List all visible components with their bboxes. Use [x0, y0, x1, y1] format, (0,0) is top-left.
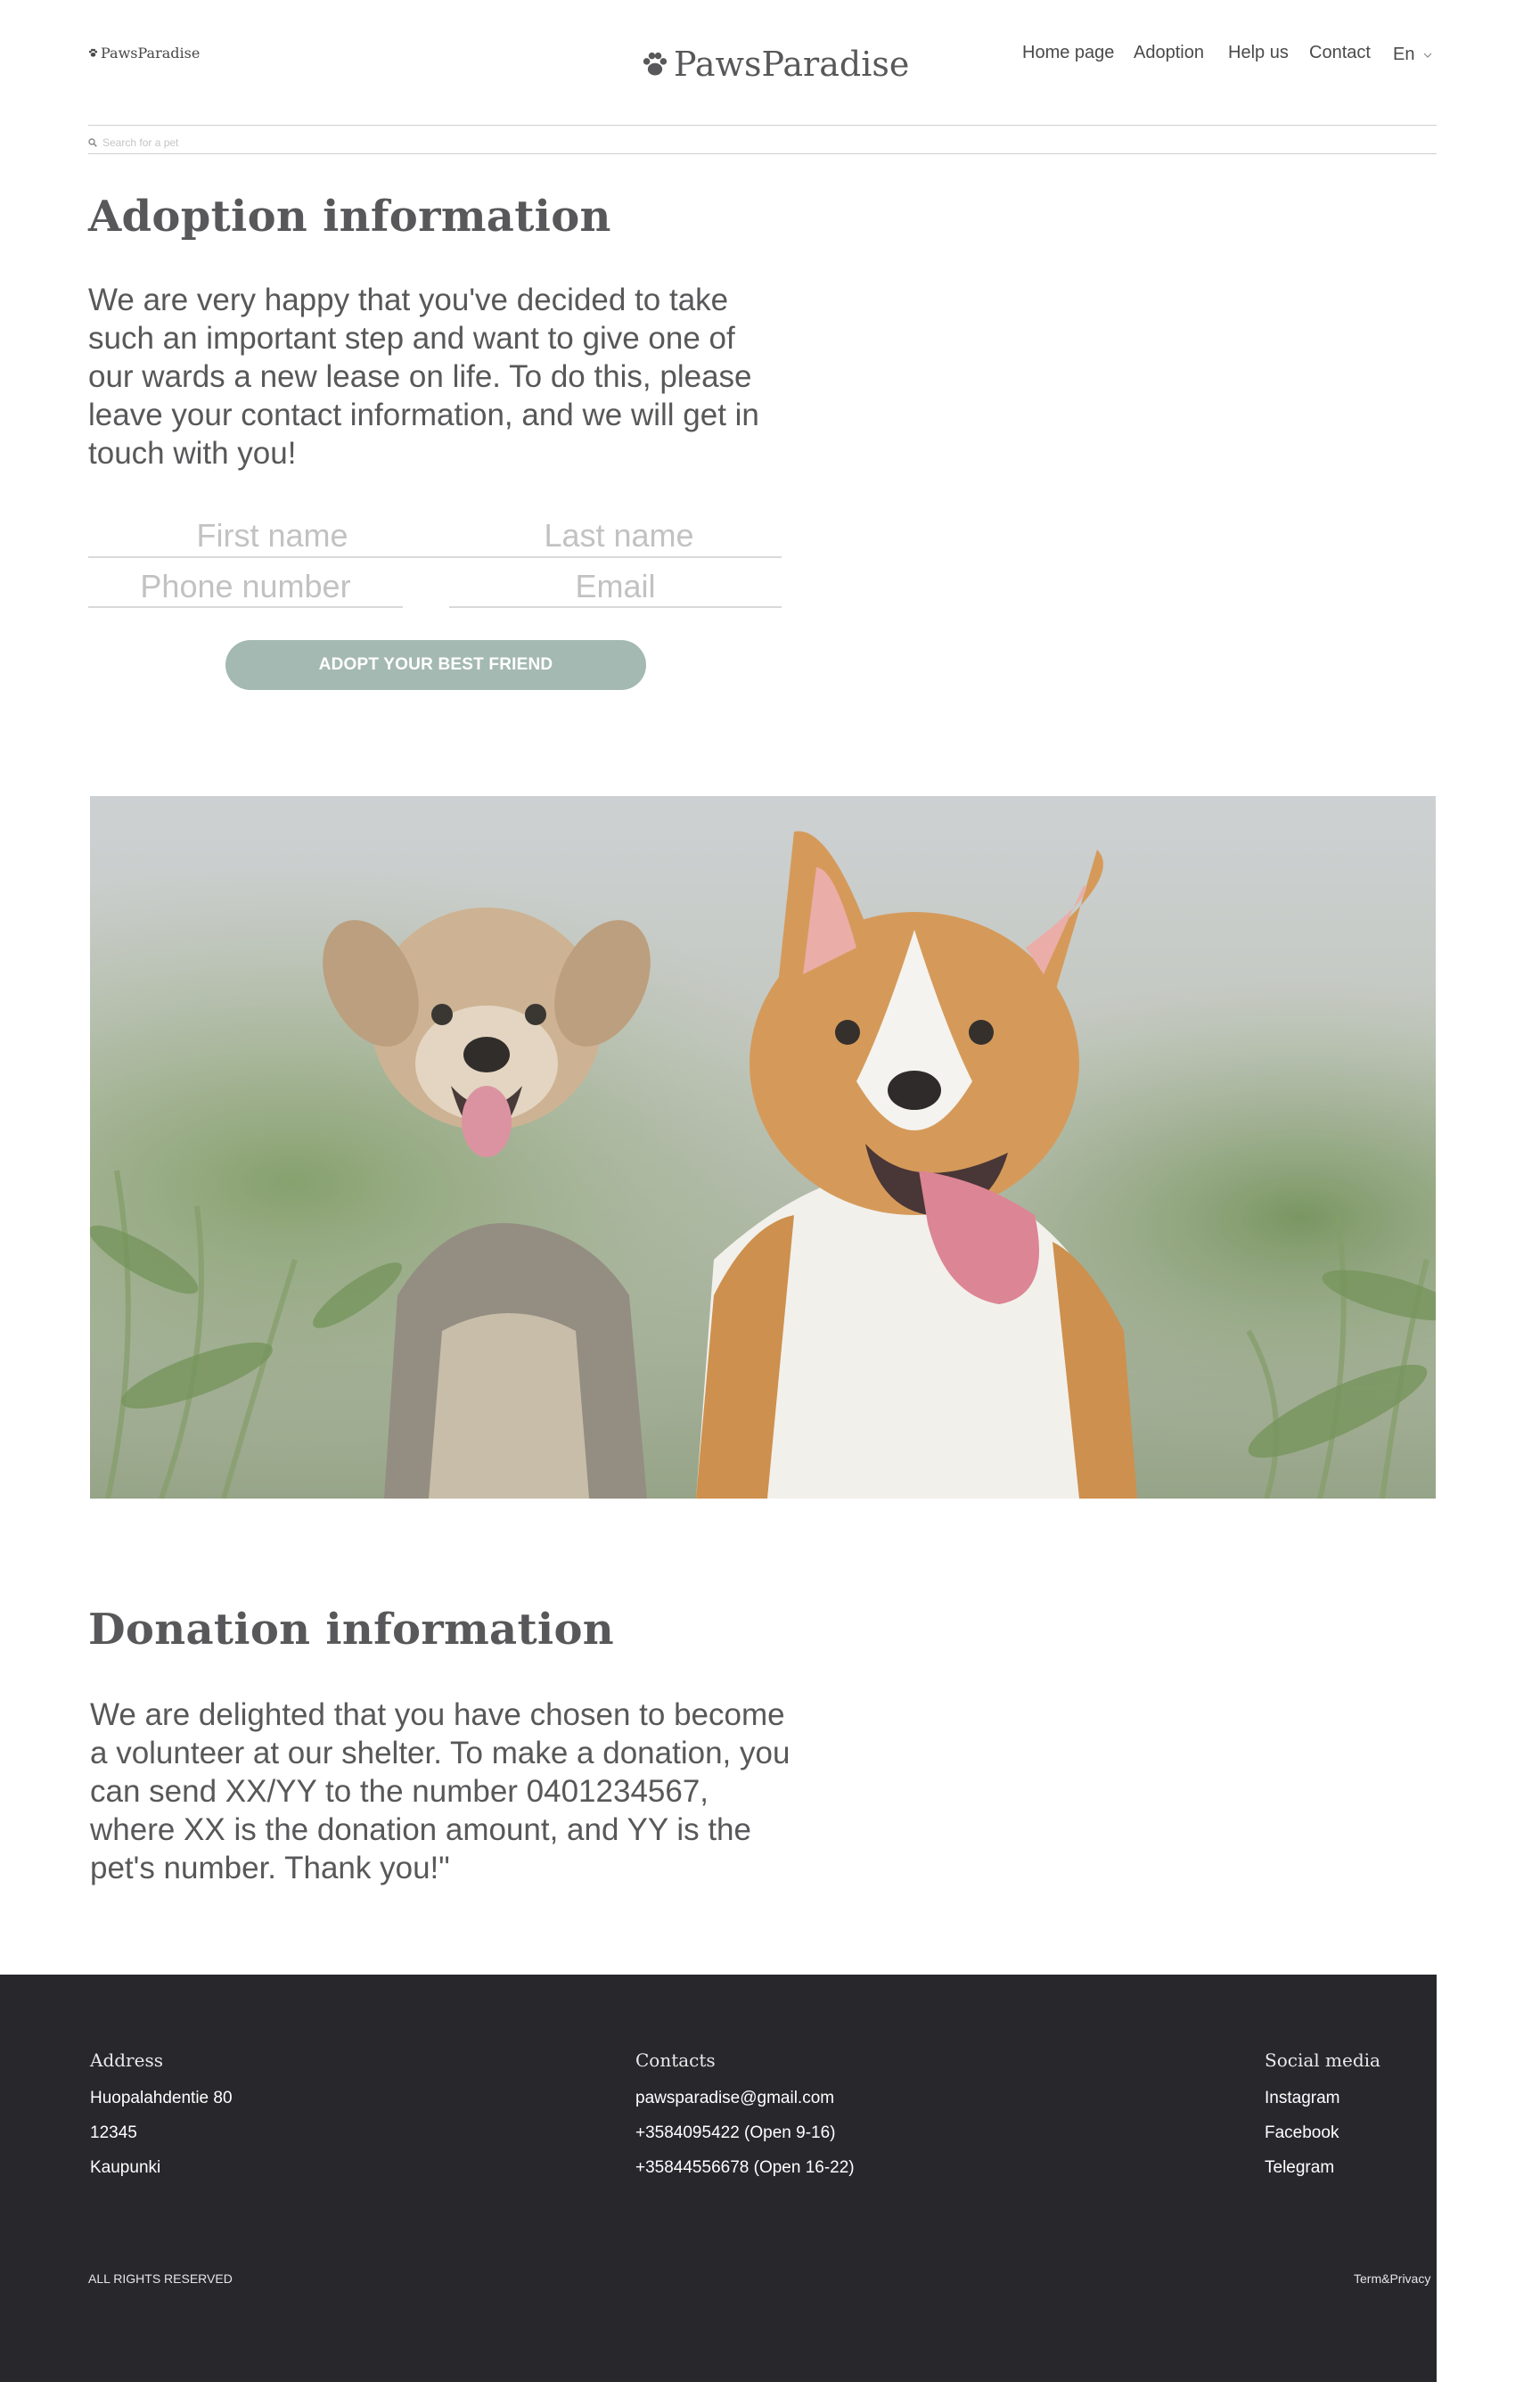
- brand-logo[interactable]: PawsParadise: [642, 45, 909, 84]
- brand-logo-small[interactable]: PawsParadise: [88, 45, 200, 62]
- brand-name-small: PawsParadise: [101, 45, 201, 62]
- footer: Address Huopalahdentie 80 12345 Kaupunki…: [0, 1975, 1437, 2382]
- adopt-button[interactable]: ADOPT YOUR BEST FRIEND: [225, 640, 646, 690]
- footer-address-heading: Address: [90, 2049, 163, 2071]
- footer-facebook-link[interactable]: Facebook: [1265, 2123, 1339, 2143]
- adoption-title: Adoption information: [88, 192, 611, 242]
- footer-telegram-link[interactable]: Telegram: [1265, 2158, 1334, 2178]
- donation-text: We are delighted that you have chosen to…: [90, 1697, 790, 1885]
- search-top-divider: [88, 125, 1437, 126]
- nav-contact[interactable]: Contact: [1309, 43, 1371, 63]
- footer-address-line: 12345: [90, 2123, 137, 2142]
- footer-contacts-heading: Contacts: [635, 2049, 716, 2071]
- search-input[interactable]: [102, 136, 637, 149]
- footer-terms-link[interactable]: Term&Privacy: [1354, 2271, 1430, 2286]
- footer-phone-link[interactable]: +3584095422 (Open 9-16): [635, 2123, 835, 2143]
- email-input[interactable]: [449, 569, 782, 608]
- language-selector[interactable]: En: [1393, 45, 1432, 65]
- footer-rights: ALL RIGHTS RESERVED: [88, 2271, 233, 2286]
- nav-help-us[interactable]: Help us: [1228, 43, 1289, 63]
- brand-name: PawsParadise: [674, 45, 910, 84]
- footer-address-line: Huopalahdentie 80: [90, 2089, 233, 2107]
- nav-home-page[interactable]: Home page: [1022, 43, 1114, 63]
- phone-number-input[interactable]: [88, 569, 403, 608]
- footer-phone-link[interactable]: +35844556678 (Open 16-22): [635, 2158, 855, 2178]
- footer-email-link[interactable]: pawsparadise@gmail.com: [635, 2089, 834, 2108]
- adoption-text: We are very happy that you've decided to…: [88, 283, 759, 471]
- paw-icon: [643, 52, 668, 76]
- language-label: En: [1393, 45, 1415, 64]
- dogs-illustration: [90, 796, 1436, 1499]
- last-name-input[interactable]: [456, 517, 782, 558]
- paw-icon: [88, 48, 98, 57]
- footer-instagram-link[interactable]: Instagram: [1265, 2089, 1339, 2108]
- donation-title: Donation information: [88, 1605, 614, 1655]
- search-icon: [88, 138, 97, 147]
- footer-address-line: Kaupunki: [90, 2158, 161, 2177]
- nav-adoption[interactable]: Adoption: [1134, 43, 1204, 63]
- search-bottom-divider: [88, 153, 1437, 154]
- dogs-photo: [90, 796, 1436, 1499]
- first-name-input[interactable]: [88, 517, 456, 558]
- footer-social-heading: Social media: [1265, 2049, 1380, 2071]
- chevron-down-icon: [1424, 53, 1432, 58]
- search-bar[interactable]: [88, 133, 890, 152]
